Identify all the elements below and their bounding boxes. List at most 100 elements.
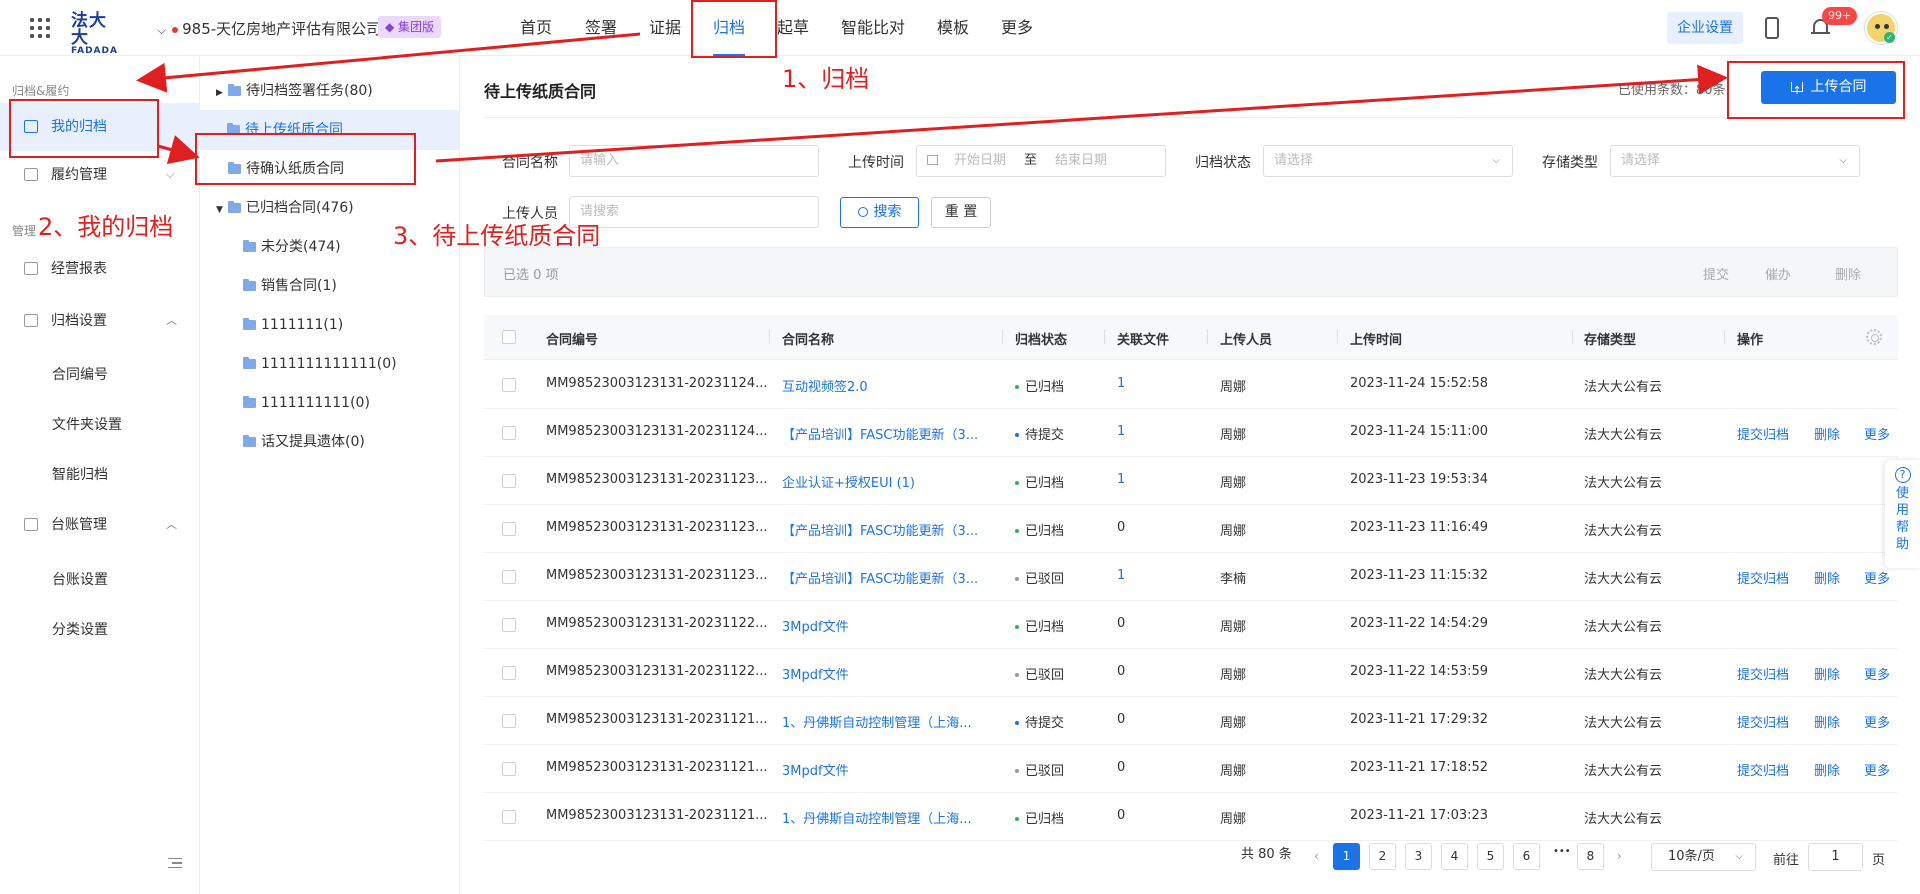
table-row[interactable]: MM98523003123131-20231121... 1、丹佛斯自动控制管理（…	[484, 697, 1898, 745]
contract-name-input[interactable]: 请输入	[569, 145, 819, 177]
tree-item-uncategorized[interactable]: 未分类(474)	[243, 227, 341, 267]
select-all-checkbox[interactable]	[502, 330, 516, 344]
contract-name-link[interactable]: 3Mpdf文件	[782, 616, 992, 635]
prev-page-icon[interactable]: ‹	[1314, 849, 1319, 863]
delete-button[interactable]: 删除	[1814, 568, 1840, 587]
table-row[interactable]: MM98523003123131-20231124... 【产品培训】FASC功能…	[484, 409, 1898, 457]
delete-button[interactable]: 删除	[1814, 424, 1840, 443]
delete-button[interactable]: 删除	[1814, 664, 1840, 683]
enterprise-settings-button[interactable]: 企业设置	[1667, 12, 1743, 44]
sidebar-item-report[interactable]: 经营报表	[0, 245, 199, 293]
column-settings-icon[interactable]	[1866, 329, 1882, 345]
app-grid-icon[interactable]	[30, 18, 50, 38]
table-row[interactable]: MM98523003123131-20231123... 【产品培训】FASC功能…	[484, 505, 1898, 553]
tree-item-folder-c[interactable]: 1111111111(0)	[243, 383, 370, 423]
archive-status-select[interactable]: 请选择 ⌵	[1263, 145, 1513, 177]
row-checkbox[interactable]	[502, 570, 516, 584]
submit-archive-button[interactable]: 提交归档	[1737, 424, 1789, 443]
search-button[interactable]: 搜索	[840, 197, 919, 228]
contract-name-link[interactable]: 【产品培训】FASC功能更新（3...	[782, 568, 992, 587]
contract-name-link[interactable]: 企业认证+授权EUI (1)	[782, 472, 992, 491]
contract-name-link[interactable]: 【产品培训】FASC功能更新（3...	[782, 520, 992, 539]
more-button[interactable]: 更多	[1864, 760, 1890, 779]
sidebar-item-smart-archive[interactable]: 智能归档	[52, 464, 108, 484]
tree-item-archived[interactable]: ▼ 已归档合同(476)	[216, 188, 354, 228]
row-checkbox[interactable]	[502, 522, 516, 536]
table-row[interactable]: MM98523003123131-20231122... 3Mpdf文件 已驳回 0 周…	[484, 649, 1898, 697]
page-3[interactable]: 3	[1405, 843, 1432, 870]
nav-evidence[interactable]: 证据	[649, 0, 681, 56]
more-button[interactable]: 更多	[1864, 664, 1890, 683]
related-files[interactable]: 1	[1117, 472, 1125, 487]
related-files[interactable]: 1	[1117, 424, 1125, 439]
batch-delete-button[interactable]: 删除	[1835, 264, 1861, 283]
row-checkbox[interactable]	[502, 714, 516, 728]
page-4[interactable]: 4	[1441, 843, 1468, 870]
delete-button[interactable]: 删除	[1814, 712, 1840, 731]
row-checkbox[interactable]	[502, 666, 516, 680]
row-checkbox[interactable]	[502, 426, 516, 440]
more-button[interactable]: 更多	[1864, 568, 1890, 587]
nav-draft[interactable]: 起草	[777, 0, 809, 56]
page-size-select[interactable]: 10条/页 ⌵	[1651, 843, 1756, 871]
collapse-sidebar-icon[interactable]	[168, 858, 182, 868]
submit-archive-button[interactable]: 提交归档	[1737, 664, 1789, 683]
sidebar-item-performance[interactable]: 履约管理 ⌵	[0, 151, 199, 199]
batch-submit-button[interactable]: 提交	[1703, 264, 1729, 283]
table-row[interactable]: MM98523003123131-20231123... 企业认证+授权EUI (…	[484, 457, 1898, 505]
table-row[interactable]: MM98523003123131-20231121... 3Mpdf文件 已驳回 0 周…	[484, 745, 1898, 793]
table-row[interactable]: MM98523003123131-20231123... 【产品培训】FASC功能…	[484, 553, 1898, 601]
nav-compare[interactable]: 智能比对	[841, 0, 905, 56]
nav-template[interactable]: 模板	[937, 0, 969, 56]
nav-home[interactable]: 首页	[520, 0, 552, 56]
page-5[interactable]: 5	[1477, 843, 1504, 870]
sidebar-item-ledger-settings[interactable]: 台账设置	[52, 569, 108, 589]
reset-button[interactable]: 重 置	[931, 197, 991, 228]
sidebar-item-folder-settings[interactable]: 文件夹设置	[52, 414, 122, 434]
table-row[interactable]: MM98523003123131-20231122... 3Mpdf文件 已归档 0 周…	[484, 601, 1898, 649]
page-ellipsis[interactable]: •••	[1553, 846, 1571, 857]
page-6[interactable]: 6	[1513, 843, 1540, 870]
more-button[interactable]: 更多	[1864, 424, 1890, 443]
tree-item-sales[interactable]: 销售合同(1)	[243, 266, 337, 306]
uploader-input[interactable]: 请搜索	[569, 196, 819, 228]
sidebar-item-archive-settings[interactable]: 归档设置 ︿	[0, 297, 199, 345]
contract-name-link[interactable]: 1、丹佛斯自动控制管理（上海...	[782, 808, 992, 827]
row-checkbox[interactable]	[502, 810, 516, 824]
more-button[interactable]: 更多	[1864, 712, 1890, 731]
page-1[interactable]: 1	[1333, 843, 1360, 870]
next-page-icon[interactable]: ›	[1617, 849, 1622, 863]
tree-item-folder-a[interactable]: 1111111(1)	[243, 305, 343, 345]
submit-archive-button[interactable]: 提交归档	[1737, 712, 1789, 731]
sidebar-item-category-settings[interactable]: 分类设置	[52, 619, 108, 639]
batch-urge-button[interactable]: 催办	[1765, 264, 1791, 283]
tree-item-pending-sign[interactable]: ▶ 待归档签署任务(80)	[216, 71, 373, 111]
related-files[interactable]: 1	[1117, 568, 1125, 583]
tree-item-folder-d[interactable]: 话又提具遗体(0)	[243, 422, 365, 462]
submit-archive-button[interactable]: 提交归档	[1737, 568, 1789, 587]
help-widget[interactable]: ? 使 用 帮 助	[1885, 460, 1920, 568]
phone-icon[interactable]	[1765, 17, 1779, 39]
contract-name-link[interactable]: 【产品培训】FASC功能更新（3...	[782, 424, 992, 443]
row-checkbox[interactable]	[502, 474, 516, 488]
sidebar-item-contract-number[interactable]: 合同编号	[52, 364, 108, 384]
row-checkbox[interactable]	[502, 378, 516, 392]
org-switcher[interactable]: ⌵ 985-天亿房地产评估有限公司	[157, 18, 381, 39]
submit-archive-button[interactable]: 提交归档	[1737, 760, 1789, 779]
page-2[interactable]: 2	[1369, 843, 1396, 870]
row-checkbox[interactable]	[502, 762, 516, 776]
contract-name-link[interactable]: 3Mpdf文件	[782, 760, 992, 779]
date-range-picker[interactable]: 开始日期 至 结束日期	[916, 145, 1166, 177]
related-files[interactable]: 1	[1117, 376, 1125, 391]
page-8[interactable]: 8	[1577, 843, 1604, 870]
tree-item-folder-b[interactable]: 1111111111111(0)	[243, 344, 397, 384]
delete-button[interactable]: 删除	[1814, 760, 1840, 779]
storage-type-select[interactable]: 请选择 ⌵	[1610, 145, 1860, 177]
row-checkbox[interactable]	[502, 618, 516, 632]
table-row[interactable]: MM98523003123131-20231124... 互动视频签2.0 已归档 1…	[484, 361, 1898, 409]
nav-sign[interactable]: 签署	[585, 0, 617, 56]
contract-name-link[interactable]: 3Mpdf文件	[782, 664, 992, 683]
contract-name-link[interactable]: 互动视频签2.0	[782, 376, 992, 395]
sidebar-item-ledger[interactable]: 台账管理 ︿	[0, 501, 199, 549]
goto-page-input[interactable]: 1	[1808, 843, 1863, 871]
